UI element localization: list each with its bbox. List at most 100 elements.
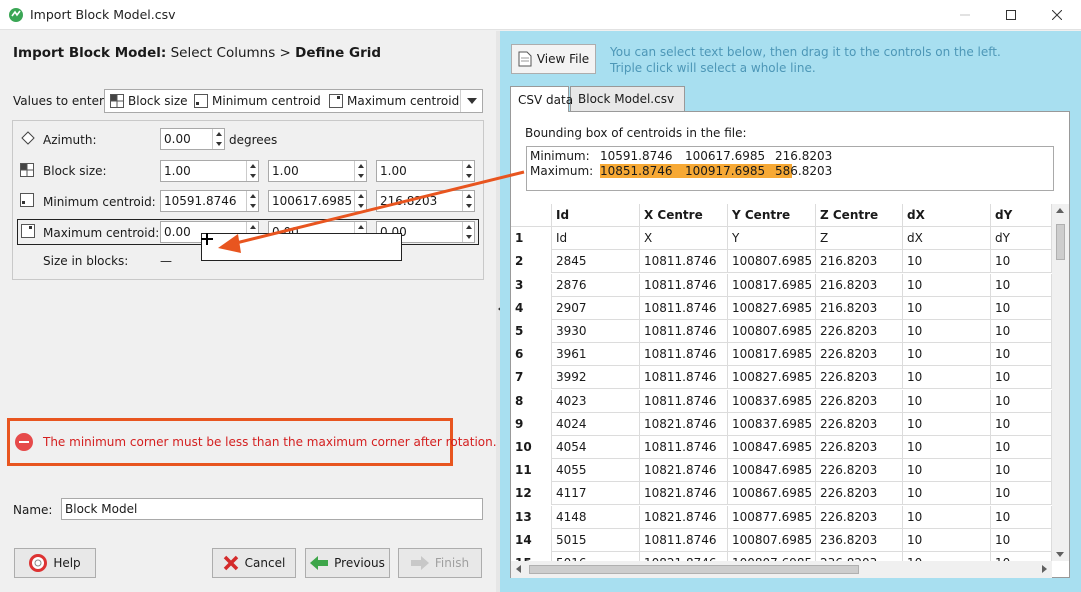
table-row[interactable]: 5 3930 10811.8746 100807.6985 226.8203 10 10 (511, 320, 1052, 343)
table-cell[interactable]: 10 (991, 273, 1052, 297)
name-input[interactable]: Block Model (61, 498, 483, 520)
minimize-button[interactable] (942, 0, 988, 30)
table-cell[interactable]: 10 (903, 436, 991, 459)
scroll-down-icon[interactable] (1056, 552, 1064, 557)
table-cell[interactable]: 226.8203 (816, 343, 903, 367)
table-cell[interactable]: 10811.8746 (640, 528, 728, 552)
table-cell[interactable]: 100807.6985 (728, 250, 816, 274)
table-row[interactable]: 1 Id X Y ZdX dY (511, 227, 1052, 251)
block-size-z-input[interactable]: 1.00 (376, 160, 475, 182)
scroll-left-icon[interactable] (516, 565, 521, 573)
table-cell[interactable]: 10811.8746 (640, 296, 728, 320)
table-cell[interactable]: 5015 (552, 528, 640, 552)
table-row[interactable]: 8 4023 10811.8746 100837.6985 226.8203 10 10 (511, 389, 1052, 413)
table-row[interactable]: 15501610821.8746100807.6985236.82031010 (511, 552, 1052, 561)
table-cell[interactable]: 10 (991, 296, 1052, 320)
horizontal-scroll-thumb[interactable] (529, 565, 859, 574)
block-size-y-stepper[interactable] (354, 161, 366, 181)
table-cell[interactable]: 226.8203 (816, 436, 903, 459)
table-cell[interactable]: 4024 (552, 412, 640, 436)
table-cell[interactable]: 10 (903, 366, 991, 390)
min-centroid-x-input[interactable]: 10591.8746 (160, 190, 259, 212)
table-cell[interactable]: 10 (903, 412, 991, 436)
table-cell[interactable]: 10 (991, 343, 1052, 367)
table-cell[interactable]: 100807.6985 (728, 552, 816, 561)
table-row[interactable]: 6 3961 10811.8746 100817.6985 226.8203 10 10 (511, 343, 1052, 367)
vertical-scroll-thumb[interactable] (1056, 224, 1065, 260)
min-centroid-x-stepper[interactable] (246, 191, 258, 211)
table-cell[interactable]: 226.8203 (816, 505, 903, 529)
min-centroid-y-stepper[interactable] (354, 191, 366, 211)
table-cell[interactable]: 100807.6985 (728, 320, 816, 343)
table-cell[interactable]: 10 (903, 552, 991, 561)
table-cell[interactable]: 226.8203 (816, 389, 903, 413)
table-cell[interactable]: 10811.8746 (640, 343, 728, 367)
bbox-min-row[interactable]: Minimum: 10591.8746 100617.6985 216.8203 (530, 149, 1050, 164)
table-cell[interactable]: 10 (991, 552, 1052, 561)
table-cell[interactable]: 10811.8746 (640, 320, 728, 343)
scroll-up-icon[interactable] (1056, 208, 1064, 213)
column-header[interactable]: X Centre (640, 204, 728, 227)
table-cell[interactable]: 10 (991, 528, 1052, 552)
column-header[interactable]: dY (991, 204, 1052, 227)
table-cell[interactable]: 2876 (552, 273, 640, 297)
min-centroid-z-input[interactable]: 216.8203 (376, 190, 475, 212)
horizontal-scrollbar[interactable] (511, 561, 1052, 578)
table-cell[interactable]: 10 (991, 505, 1052, 529)
table-cell[interactable]: 10 (991, 320, 1052, 343)
table-cell[interactable]: 10 (903, 505, 991, 529)
table-cell[interactable]: 3930 (552, 320, 640, 343)
table-cell[interactable]: 236.8203 (816, 552, 903, 561)
table-row[interactable]: 10 4054 10811.8746 100847.6985 226.8203 10 10 (511, 436, 1052, 459)
table-cell[interactable]: 100877.6985 (728, 505, 816, 529)
table-cell[interactable]: 2907 (552, 296, 640, 320)
table-cell[interactable]: 4023 (552, 389, 640, 413)
table-cell[interactable]: 10 (991, 250, 1052, 274)
table-cell[interactable]: 10821.8746 (640, 412, 728, 436)
table-cell[interactable]: 10811.8746 (640, 250, 728, 274)
table-cell[interactable]: 4117 (552, 482, 640, 506)
table-cell[interactable]: 4054 (552, 436, 640, 459)
vertical-scrollbar[interactable] (1052, 204, 1069, 561)
max-centroid-z-stepper[interactable] (462, 222, 474, 242)
table-cell[interactable]: 10 (903, 296, 991, 320)
table-cell[interactable]: 10 (903, 528, 991, 552)
table-cell[interactable]: X (640, 227, 728, 251)
column-header[interactable]: Id (552, 204, 640, 227)
table-cell[interactable]: 10821.8746 (640, 505, 728, 529)
table-cell[interactable]: 10 (903, 459, 991, 483)
table-cell[interactable]: 100837.6985 (728, 412, 816, 436)
chevron-down-icon[interactable] (460, 90, 482, 112)
azimuth-stepper[interactable] (212, 129, 224, 149)
view-file-button[interactable]: View File (511, 44, 596, 74)
table-row[interactable]: 14 5015 10811.8746 100807.6985 236.8203 10 10 (511, 528, 1052, 552)
table-cell[interactable]: 100827.6985 (728, 366, 816, 390)
table-row[interactable]: 11 4055 10821.8746 100847.6985 226.8203 10 10 (511, 459, 1052, 483)
cancel-button[interactable]: Cancel (212, 548, 296, 578)
help-button[interactable]: Help (14, 548, 96, 578)
block-size-y-input[interactable]: 1.00 (268, 160, 367, 182)
table-cell[interactable]: 226.8203 (816, 366, 903, 390)
table-cell[interactable]: 10 (903, 250, 991, 274)
table-cell[interactable]: 10 (903, 482, 991, 506)
column-header[interactable]: Y Centre (728, 204, 816, 227)
table-cell[interactable]: 2845 (552, 250, 640, 274)
table-cell[interactable]: 10811.8746 (640, 389, 728, 413)
table-cell[interactable]: 10 (903, 389, 991, 413)
table-cell[interactable]: 10 (991, 459, 1052, 483)
table-row[interactable]: 13 4148 10821.8746 100877.6985 226.8203 10 10 (511, 505, 1052, 529)
table-cell[interactable]: 100837.6985 (728, 389, 816, 413)
table-cell[interactable]: 10 (903, 273, 991, 297)
table-cell[interactable]: 10 (991, 412, 1052, 436)
table-cell[interactable]: 5016 (552, 552, 640, 561)
table-cell[interactable]: dY (991, 227, 1052, 251)
block-size-z-stepper[interactable] (462, 161, 474, 181)
table-cell[interactable]: 10821.8746 (640, 482, 728, 506)
table-cell[interactable]: 100847.6985 (728, 436, 816, 459)
table-cell[interactable]: 100807.6985 (728, 528, 816, 552)
table-cell[interactable]: 10811.8746 (640, 273, 728, 297)
table-cell[interactable]: Y (728, 227, 816, 251)
table-cell[interactable]: Z (816, 227, 903, 251)
column-header[interactable]: dX (903, 204, 991, 227)
table-cell[interactable]: 236.8203 (816, 528, 903, 552)
